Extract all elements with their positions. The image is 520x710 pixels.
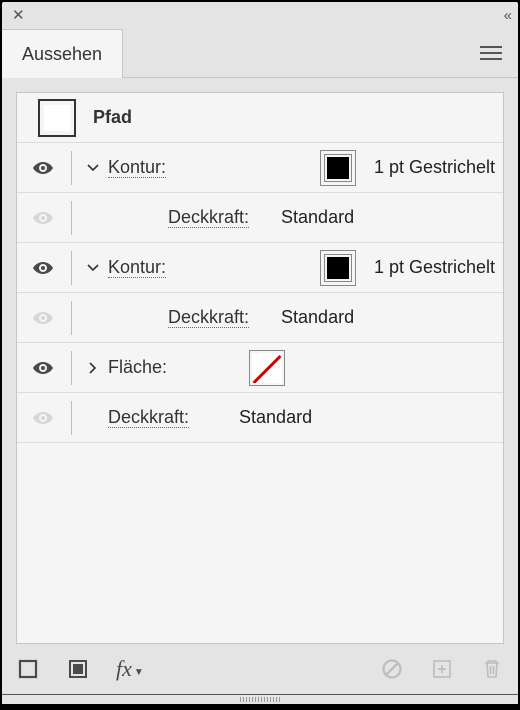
attribute-row-opacity[interactable]: Deckkraft: Standard <box>17 193 503 243</box>
tab-bar: Aussehen <box>2 28 518 78</box>
opacity-value: Standard <box>271 307 354 328</box>
visibility-icon[interactable] <box>32 160 54 176</box>
object-header-row[interactable]: Pfad <box>17 93 503 143</box>
appearance-panel: ✕ « Aussehen Pfad <box>2 2 518 704</box>
panel-menu-icon[interactable] <box>480 46 502 60</box>
stroke-value[interactable]: 1 pt Gestrichelt <box>356 157 495 178</box>
opacity-label[interactable]: Deckkraft: <box>108 407 189 428</box>
stroke-value[interactable]: 1 pt Gestrichelt <box>356 257 495 278</box>
new-fill-icon[interactable] <box>66 657 90 681</box>
stroke-label[interactable]: Kontur: <box>108 257 166 278</box>
visibility-icon[interactable] <box>32 410 54 426</box>
fill-label: Fläche: <box>108 357 167 377</box>
add-effect-button[interactable]: fx▼ <box>116 656 144 682</box>
duplicate-icon[interactable] <box>430 657 454 681</box>
attribute-row-fill[interactable]: Fläche: <box>17 343 503 393</box>
attribute-row-opacity[interactable]: Deckkraft: Standard <box>17 393 503 443</box>
stroke-color-swatch[interactable] <box>320 250 356 286</box>
attribute-row-stroke[interactable]: Kontur: 1 pt Gestrichelt <box>17 143 503 193</box>
fill-color-swatch[interactable] <box>249 350 285 386</box>
object-thumbnail <box>38 99 76 137</box>
chevron-down-icon[interactable] <box>78 162 108 174</box>
opacity-value: Standard <box>271 207 354 228</box>
close-icon[interactable]: ✕ <box>12 6 25 24</box>
collapse-icon[interactable]: « <box>504 7 508 24</box>
tab-appearance[interactable]: Aussehen <box>2 29 123 78</box>
trash-icon[interactable] <box>480 657 504 681</box>
clear-appearance-icon[interactable] <box>380 657 404 681</box>
stroke-label[interactable]: Kontur: <box>108 157 166 178</box>
visibility-icon[interactable] <box>32 260 54 276</box>
stroke-color-swatch[interactable] <box>320 150 356 186</box>
opacity-label[interactable]: Deckkraft: <box>168 207 249 228</box>
visibility-icon[interactable] <box>32 310 54 326</box>
new-stroke-icon[interactable] <box>16 657 40 681</box>
opacity-label[interactable]: Deckkraft: <box>168 307 249 328</box>
visibility-icon[interactable] <box>32 360 54 376</box>
object-type-label: Pfad <box>93 107 132 128</box>
visibility-icon[interactable] <box>32 210 54 226</box>
panel-footer: fx▼ <box>2 644 518 694</box>
resize-gripper[interactable] <box>2 694 518 704</box>
panel-titlebar: ✕ « <box>2 2 518 28</box>
attribute-row-opacity[interactable]: Deckkraft: Standard <box>17 293 503 343</box>
attribute-row-stroke[interactable]: Kontur: 1 pt Gestrichelt <box>17 243 503 293</box>
chevron-right-icon[interactable] <box>78 362 108 374</box>
tab-label: Aussehen <box>22 44 102 65</box>
appearance-list: Pfad Kontur: 1 pt Gestrichelt <box>16 92 504 644</box>
opacity-value: Standard <box>229 407 312 428</box>
fx-text: fx <box>116 656 132 682</box>
chevron-down-icon[interactable] <box>78 262 108 274</box>
